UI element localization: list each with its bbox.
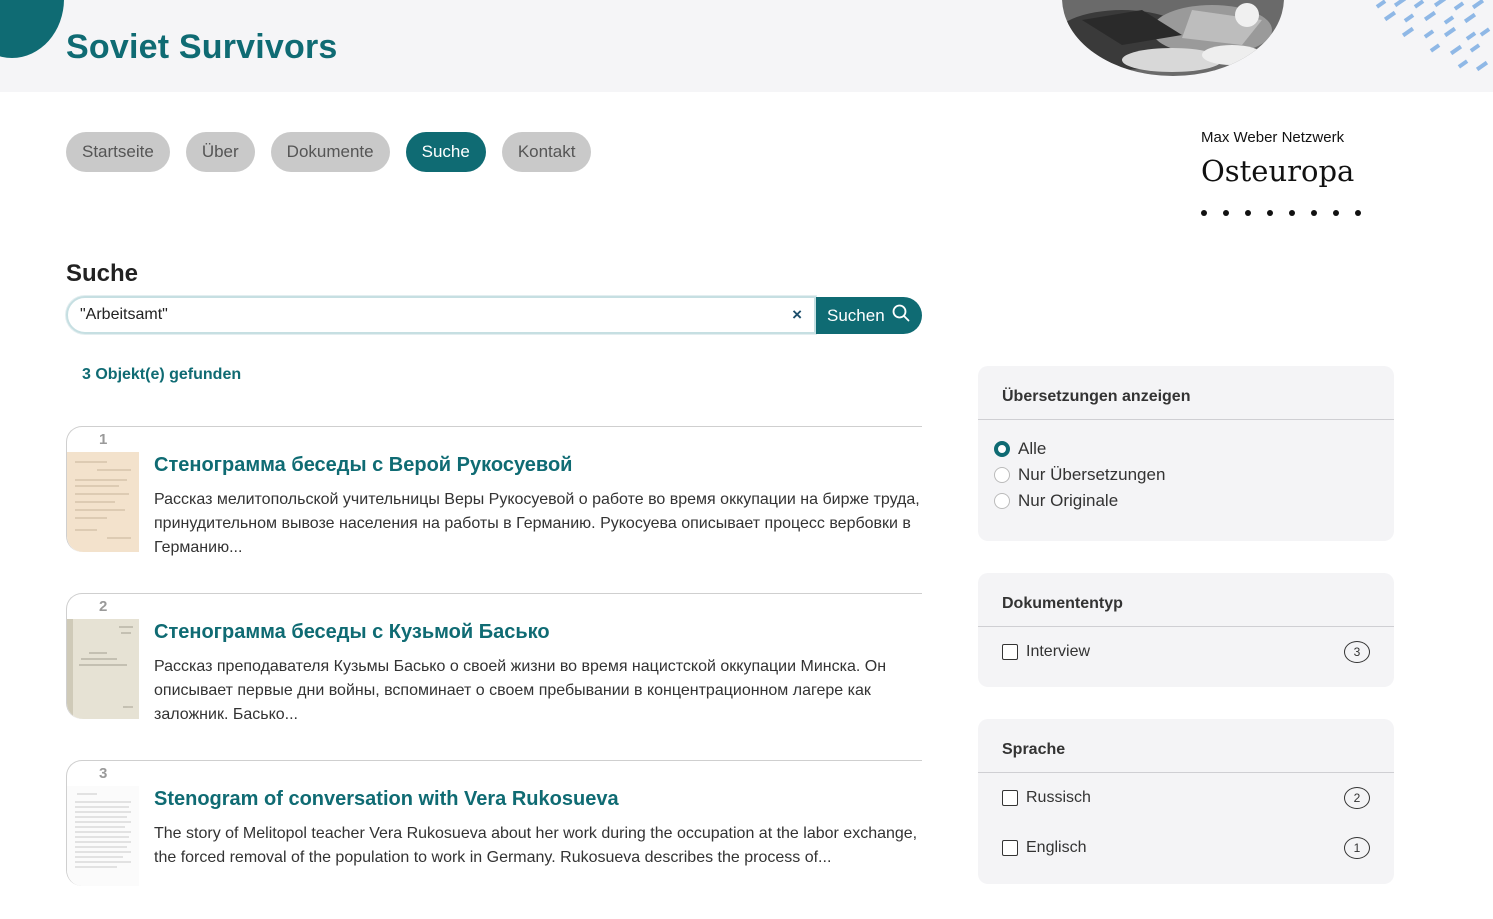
search-icon [892,304,910,327]
checkbox-label: Interview [1026,643,1091,660]
radio-label: Alle [1018,439,1047,458]
facet-title: Dokumententyp [978,573,1394,627]
checkbox-row-interview[interactable]: Interview 3 [1002,641,1370,663]
checkbox[interactable] [1002,790,1018,806]
site-title[interactable]: Soviet Survivors [66,28,338,67]
facet-title: Sprache [978,719,1394,773]
result-title-link[interactable]: Стенограмма беседы с Верой Рукосуевой [154,454,572,477]
result-thumbnail[interactable] [67,452,139,552]
checkbox-label: Englisch [1026,839,1087,856]
radio-unchecked-icon[interactable] [994,467,1010,483]
result-count: 3 Objekt(e) gefunden [82,366,242,383]
nav-dokumente[interactable]: Dokumente [270,132,390,172]
radio-label: Nur Originale [1018,491,1119,510]
result-description: The story of Melitopol teacher Vera Ruko… [154,825,918,866]
facet-language: Sprache Russisch 2 Englisch 1 [978,719,1394,884]
result-description: Рассказ мелитопольской учительницы Веры … [154,491,920,556]
facet-translations: Übersetzungen anzeigen Alle Nur Übersetz… [978,366,1394,541]
radio-checked-icon[interactable] [994,441,1010,457]
facet-doctype: Dokumententyp Interview 3 [978,573,1394,687]
radio-label: Nur Übersetzungen [1018,465,1166,484]
search-heading: Suche [66,260,139,287]
count-badge: 2 [1344,787,1370,809]
checkbox[interactable] [1002,644,1018,660]
result-number: 3 [99,765,108,782]
search-button-label: Suchen [827,305,885,325]
result-number: 2 [99,598,108,615]
nav-startseite[interactable]: Startseite [66,132,170,172]
partner-logo-title[interactable]: Osteuropa [1201,154,1354,188]
partner-logo-subtitle[interactable]: Max Weber Netzwerk [1201,129,1344,146]
facet-title: Übersetzungen anzeigen [978,366,1394,420]
radio-alle[interactable]: Alle [994,439,1046,459]
header-photo [1062,0,1284,76]
checkbox-row-englisch[interactable]: Englisch 1 [1002,837,1370,859]
main-nav: Startseite Über Dokumente Suche Kontakt [66,132,592,172]
result-item: 1 Стенограмма беседы с Верой Рукосуевой … [66,426,922,556]
radio-nur-uebersetzungen[interactable]: Nur Übersetzungen [994,465,1165,485]
clear-icon[interactable]: × [792,306,802,323]
corner-decoration [0,0,64,58]
search-button[interactable]: Suchen [816,297,922,334]
result-thumbnail[interactable] [67,619,139,719]
nav-kontakt[interactable]: Kontakt [501,132,592,172]
count-badge: 1 [1344,837,1370,859]
header-pattern [1368,0,1493,76]
search-input[interactable] [80,300,760,330]
result-thumbnail[interactable] [67,786,139,886]
radio-nur-originale[interactable]: Nur Originale [994,491,1118,511]
count-badge: 3 [1344,641,1370,663]
checkbox[interactable] [1002,840,1018,856]
checkbox-row-russisch[interactable]: Russisch 2 [1002,787,1370,809]
result-description: Рассказ преподавателя Кузьмы Басько о св… [154,658,887,723]
result-item: 3 Stenogram of conversation with Vera Ru… [66,760,922,886]
search-box: × [66,296,816,334]
checkbox-label: Russisch [1026,789,1091,806]
result-number: 1 [99,431,108,448]
partner-logo-dots [1201,210,1361,216]
radio-unchecked-icon[interactable] [994,493,1010,509]
nav-ueber[interactable]: Über [185,132,255,172]
result-item: 2 Стенограмма беседы с Кузьмой Басько Ра… [66,593,922,723]
result-title-link[interactable]: Стенограмма беседы с Кузьмой Басько [154,621,550,644]
site-header: Soviet Survivors [0,0,1493,92]
result-title-link[interactable]: Stenogram of conversation with Vera Ruko… [154,788,619,811]
nav-suche[interactable]: Suche [405,132,486,172]
